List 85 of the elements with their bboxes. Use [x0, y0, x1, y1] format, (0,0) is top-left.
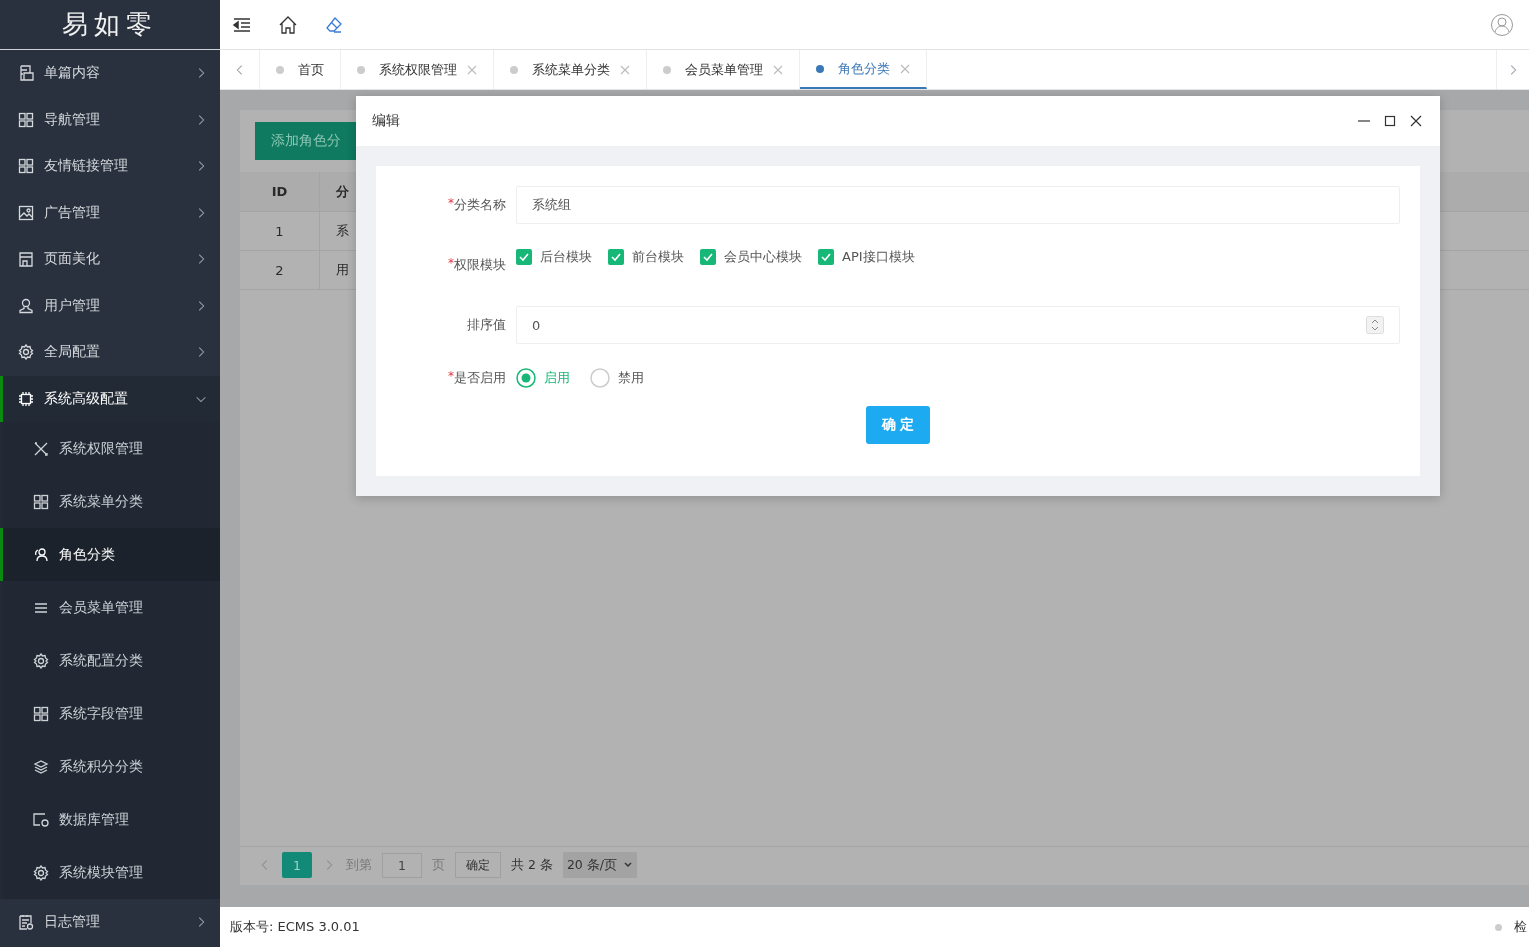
- dot-icon: [663, 65, 671, 74]
- radio-button[interactable]: [590, 368, 610, 388]
- checkbox-label: 前台模块: [632, 248, 684, 266]
- sidebar-subitem[interactable]: 系统配置分类: [0, 634, 220, 687]
- dot-icon: [357, 65, 365, 74]
- tab[interactable]: 会员菜单管理: [647, 50, 800, 89]
- grid-icon: [18, 158, 34, 175]
- user-icon: [18, 297, 34, 314]
- sidebar-item[interactable]: 广告管理: [0, 189, 220, 236]
- table-cell-text: 系: [335, 222, 350, 240]
- dot-icon: [276, 65, 284, 74]
- checkbox[interactable]: [516, 249, 532, 265]
- dot-icon: [510, 65, 518, 74]
- tab[interactable]: 系统菜单分类: [494, 50, 647, 89]
- image-icon: [18, 204, 34, 221]
- dot-icon: [816, 64, 824, 73]
- required-mark: *: [448, 369, 454, 383]
- column-header: 分: [335, 182, 350, 201]
- page-size-select[interactable]: 20 条/页: [562, 852, 637, 878]
- sidebar-subitem[interactable]: 会员菜单管理: [0, 581, 220, 634]
- status-dot: [1495, 923, 1502, 931]
- grid-icon: [18, 111, 34, 128]
- maximize-icon[interactable]: [1384, 115, 1396, 127]
- home-icon[interactable]: [278, 14, 298, 35]
- sidebar-subitem[interactable]: 数据库管理: [0, 793, 220, 846]
- sidebar-item[interactable]: 单篇内容: [0, 50, 220, 97]
- grid-icon: [33, 705, 49, 722]
- sidebar-item[interactable]: 全局配置: [0, 329, 220, 376]
- avatar-icon[interactable]: [1491, 13, 1513, 36]
- field-label: 排序值: [467, 316, 506, 334]
- dialog-title: 编辑: [372, 112, 400, 130]
- required-mark: *: [448, 256, 454, 270]
- settings-icon: [33, 652, 49, 669]
- table-cell-text: 用: [335, 261, 350, 279]
- required-mark: *: [448, 196, 454, 210]
- checkbox-label: 会员中心模块: [724, 248, 802, 266]
- sidebar-subitem[interactable]: 系统模块管理: [0, 846, 220, 899]
- checkbox[interactable]: [818, 249, 834, 265]
- sidebar-item[interactable]: 日志管理: [0, 899, 220, 946]
- checkbox-label: 后台模块: [540, 248, 592, 266]
- tab[interactable]: 系统权限管理: [341, 50, 494, 89]
- table-cell: 2: [240, 251, 320, 289]
- status-text: 检: [1514, 918, 1527, 936]
- field-label: 是否启用: [454, 369, 506, 387]
- settings-icon: [33, 864, 49, 881]
- radio-label: 启用: [544, 369, 570, 387]
- column-header: ID: [240, 172, 320, 211]
- sidebar-item[interactable]: 系统高级配置: [0, 375, 220, 422]
- notepad-icon: [18, 914, 34, 931]
- document-icon: [18, 65, 34, 82]
- caret-icon: [623, 860, 633, 870]
- sidebar-item[interactable]: 用户管理: [0, 282, 220, 329]
- sidebar-subitem[interactable]: 系统菜单分类: [0, 475, 220, 528]
- radio-button[interactable]: [516, 368, 536, 388]
- radio-label: 禁用: [618, 369, 644, 387]
- input-field[interactable]: 系统组: [516, 186, 1400, 224]
- page-input[interactable]: 1: [382, 852, 422, 878]
- version-text: 版本号: ECMS 3.0.01: [230, 918, 360, 936]
- number-field[interactable]: 0: [516, 306, 1400, 344]
- table-cell: 1: [240, 212, 320, 250]
- page-unit-label: 页: [432, 856, 445, 874]
- sidebar-item[interactable]: 页面美化: [0, 236, 220, 283]
- checkbox[interactable]: [700, 249, 716, 265]
- storefront-icon: [18, 251, 34, 268]
- checkbox-label: API接口模块: [842, 248, 915, 266]
- sidebar-subitem[interactable]: 角色分类: [0, 528, 220, 581]
- close-icon[interactable]: [1410, 115, 1422, 127]
- sidebar-item[interactable]: 导航管理: [0, 96, 220, 143]
- layers-icon: [33, 758, 49, 775]
- field-label: 权限模块: [454, 256, 506, 274]
- checkbox[interactable]: [608, 249, 624, 265]
- sidebar-subitem[interactable]: 系统积分分类: [0, 740, 220, 793]
- settings-icon: [18, 344, 34, 361]
- users-icon: [33, 546, 49, 563]
- sidebar-subitem[interactable]: 系统字段管理: [0, 687, 220, 740]
- field-label: 分类名称: [454, 196, 506, 214]
- spinner-icon: [1366, 316, 1384, 334]
- sidebar-subitem[interactable]: 系统权限管理: [0, 422, 220, 475]
- tab[interactable]: 首页: [260, 50, 341, 89]
- grid-icon: [33, 493, 49, 510]
- chip-icon: [18, 390, 34, 407]
- tools-icon: [33, 440, 49, 457]
- confirm-button[interactable]: 确定: [455, 852, 501, 878]
- total-count: 共 2 条: [511, 856, 553, 874]
- sidebar-item[interactable]: 友情链接管理: [0, 143, 220, 190]
